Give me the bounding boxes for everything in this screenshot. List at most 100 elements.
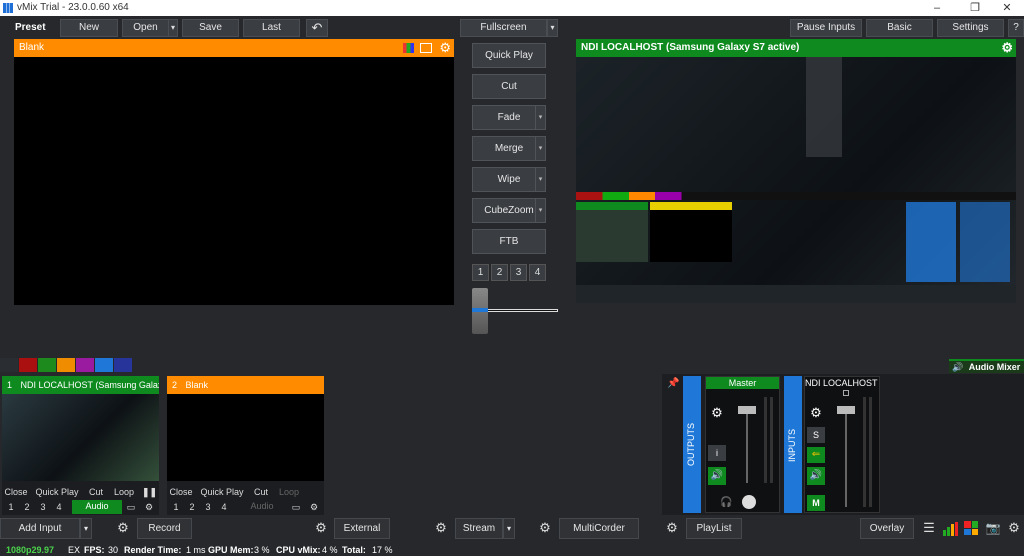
colour-tab-purple[interactable] xyxy=(76,358,94,372)
list-icon[interactable]: ☰ xyxy=(918,518,940,539)
input-2-num-4[interactable]: 4 xyxy=(217,501,231,514)
ftb-button[interactable]: FTB xyxy=(472,229,546,254)
input-2-quick-play[interactable]: Quick Play xyxy=(200,486,244,499)
transition-number-1[interactable]: 1 xyxy=(472,264,489,281)
external-button[interactable]: External xyxy=(334,518,390,539)
wipe-dropdown-icon[interactable]: ▾ xyxy=(535,168,545,191)
arrow-left-icon[interactable]: ⇐ xyxy=(807,447,825,463)
fullscreen-dropdown-icon[interactable]: ▾ xyxy=(547,19,558,37)
gear-icon[interactable]: ⚙ xyxy=(807,405,825,423)
monitor-icon[interactable]: ▭ xyxy=(124,501,138,514)
input-1-loop[interactable]: Loop xyxy=(112,486,136,499)
gear-icon[interactable]: ⚙ xyxy=(310,518,332,539)
t-bar-handle[interactable] xyxy=(472,288,488,334)
playlist-button[interactable]: PlayList xyxy=(686,518,742,539)
input-fader-handle[interactable] xyxy=(837,406,855,414)
open-button[interactable]: Open xyxy=(122,19,169,37)
colour-tab-green[interactable] xyxy=(38,358,56,372)
transition-number-3[interactable]: 3 xyxy=(510,264,527,281)
undo-icon[interactable]: ↶ xyxy=(306,19,328,37)
colour-tab-orange[interactable] xyxy=(57,358,75,372)
pause-inputs-button[interactable]: Pause Inputs xyxy=(790,19,862,37)
colour-tab-blue[interactable] xyxy=(95,358,113,372)
new-button[interactable]: New xyxy=(60,19,118,37)
colour-icon[interactable] xyxy=(403,43,414,53)
pause-icon[interactable]: ❚❚ xyxy=(142,486,157,499)
solo-button[interactable]: S xyxy=(807,427,825,443)
preview-pane[interactable]: Blank ⚙ xyxy=(14,39,454,305)
gear-icon[interactable]: ⚙ xyxy=(661,518,683,539)
add-input-dropdown-icon[interactable]: ▾ xyxy=(80,518,92,539)
help-button[interactable]: ? xyxy=(1008,19,1024,37)
cubezoom-button[interactable]: CubeZoom ▾ xyxy=(472,198,546,223)
master-info-button[interactable]: i xyxy=(708,445,726,461)
volume-knob[interactable] xyxy=(742,495,756,509)
quick-play-button[interactable]: Quick Play xyxy=(472,43,546,68)
gear-icon[interactable]: ⚙ xyxy=(307,501,321,514)
merge-button[interactable]: Merge ▾ xyxy=(472,136,546,161)
gear-icon[interactable]: ⚙ xyxy=(534,518,556,539)
wipe-button[interactable]: Wipe ▾ xyxy=(472,167,546,192)
overlay-button[interactable]: Overlay xyxy=(860,518,914,539)
input-1-num-3[interactable]: 3 xyxy=(36,501,50,514)
input-1-num-2[interactable]: 2 xyxy=(20,501,34,514)
stream-dropdown-icon[interactable]: ▾ xyxy=(503,518,515,539)
last-button[interactable]: Last xyxy=(243,19,300,37)
transition-number-2[interactable]: 2 xyxy=(491,264,508,281)
cut-button[interactable]: Cut xyxy=(472,74,546,99)
multiview-icon[interactable] xyxy=(964,521,978,535)
pin-icon[interactable]: 📌 xyxy=(667,378,681,392)
input-2-close[interactable]: Close xyxy=(169,486,193,499)
colour-tab-navy[interactable] xyxy=(114,358,132,372)
input-1-close[interactable]: Close xyxy=(4,486,28,499)
fade-dropdown-icon[interactable]: ▾ xyxy=(535,106,545,129)
maximize-icon[interactable]: ❐ xyxy=(958,0,992,16)
gear-icon[interactable]: ⚙ xyxy=(142,501,156,514)
bars-icon[interactable] xyxy=(943,522,959,536)
input-1-num-1[interactable]: 1 xyxy=(4,501,18,514)
audio-mixer-tab[interactable]: 🔊 Audio Mixer xyxy=(949,359,1024,373)
merge-dropdown-icon[interactable]: ▾ xyxy=(535,137,545,160)
minimize-icon[interactable]: – xyxy=(920,0,954,16)
mute-button[interactable]: M xyxy=(807,495,825,511)
input-2-audio-button[interactable]: Audio xyxy=(237,500,287,514)
settings-button[interactable]: Settings xyxy=(937,19,1004,37)
add-input-button[interactable]: Add Input xyxy=(0,518,80,539)
preset-label[interactable]: Preset xyxy=(15,22,46,33)
gear-icon[interactable]: ⚙ xyxy=(708,405,726,423)
fade-button[interactable]: Fade ▾ xyxy=(472,105,546,130)
multicorder-button[interactable]: MultiCorder xyxy=(559,518,639,539)
gear-icon[interactable]: ⚙ xyxy=(439,39,451,57)
gear-icon[interactable]: ⚙ xyxy=(1001,39,1013,57)
close-icon[interactable]: ✕ xyxy=(990,0,1024,16)
input-1-tile[interactable]: 1 NDI LOCALHOST (Samsung Galaxy S7 activ… xyxy=(2,376,159,515)
gear-icon[interactable]: ⚙ xyxy=(430,518,452,539)
colour-tab-red[interactable] xyxy=(19,358,37,372)
input-1-quick-play[interactable]: Quick Play xyxy=(35,486,79,499)
screen-icon[interactable] xyxy=(420,43,432,53)
headphones-icon[interactable]: 🎧 xyxy=(720,497,732,508)
input-2-loop[interactable]: Loop xyxy=(277,486,301,499)
transition-number-4[interactable]: 4 xyxy=(529,264,546,281)
output-pane[interactable]: NDI LOCALHOST (Samsung Galaxy S7 active)… xyxy=(576,39,1016,303)
record-button[interactable]: Record xyxy=(137,518,192,539)
input-2-tile[interactable]: 2 Blank Close Quick Play Cut Loop 1 2 3 … xyxy=(167,376,324,515)
input-1-cut[interactable]: Cut xyxy=(86,486,106,499)
speaker-icon[interactable]: 🔊 xyxy=(807,467,825,485)
balance-indicator[interactable] xyxy=(843,390,849,396)
input-2-num-3[interactable]: 3 xyxy=(201,501,215,514)
input-2-cut[interactable]: Cut xyxy=(251,486,271,499)
input-1-num-4[interactable]: 4 xyxy=(52,501,66,514)
colour-tab-none[interactable] xyxy=(0,358,18,372)
cubezoom-dropdown-icon[interactable]: ▾ xyxy=(535,199,545,222)
master-fader-handle[interactable] xyxy=(738,406,756,414)
input-2-num-1[interactable]: 1 xyxy=(169,501,183,514)
fullscreen-button[interactable]: Fullscreen xyxy=(460,19,547,37)
gear-icon[interactable]: ⚙ xyxy=(112,518,134,539)
monitor-icon[interactable]: ▭ xyxy=(289,501,303,514)
input-1-audio-button[interactable]: Audio xyxy=(72,500,122,514)
input-2-num-2[interactable]: 2 xyxy=(185,501,199,514)
open-dropdown-icon[interactable]: ▾ xyxy=(168,19,178,37)
gear-icon[interactable]: ⚙ xyxy=(1003,518,1024,539)
stream-button[interactable]: Stream xyxy=(455,518,503,539)
